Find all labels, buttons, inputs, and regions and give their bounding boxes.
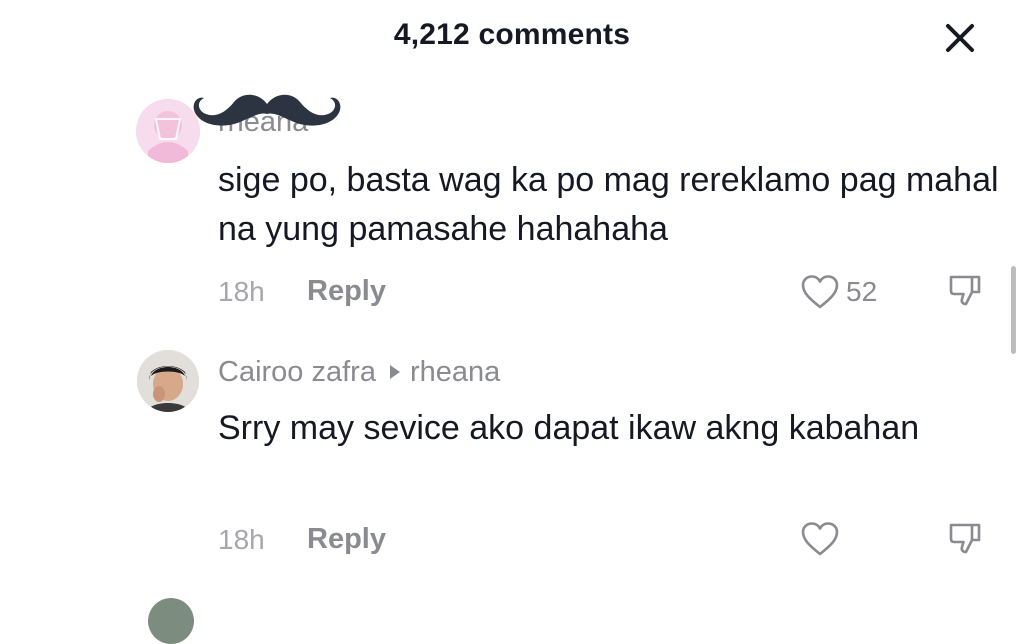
like-count: 52 — [846, 276, 878, 307]
comment-username[interactable]: Cairoo zafra rheana — [218, 356, 500, 389]
comment-text: Srry may sevice ako dapat ikaw akng kaba… — [218, 409, 920, 447]
close-button[interactable] — [940, 18, 980, 58]
heart-outline-icon — [801, 522, 839, 556]
comment-author[interactable]: Cairoo zafra — [218, 356, 376, 388]
reply-triangle-icon — [389, 365, 400, 380]
thumbs-down-icon — [949, 523, 981, 554]
like-button[interactable] — [800, 521, 840, 562]
thumbs-down-icon — [949, 275, 981, 306]
like-button[interactable] — [800, 274, 840, 315]
reply-to-username[interactable]: rheana — [410, 356, 500, 388]
dislike-button[interactable] — [946, 272, 984, 315]
avatar[interactable] — [148, 598, 194, 644]
comments-count-title: 4,212 comments — [393, 18, 631, 51]
avatar[interactable] — [137, 350, 199, 412]
comment-text: sige po, basta wag ka po mag rereklamo p… — [218, 161, 999, 248]
reply-button[interactable]: Reply — [307, 523, 386, 556]
comment-time: 18h — [218, 276, 265, 307]
reply-button[interactable]: Reply — [307, 275, 386, 308]
mustache-sticker — [193, 94, 341, 126]
scrollbar[interactable] — [1011, 266, 1016, 354]
comment-time: 18h — [218, 524, 265, 555]
close-icon — [946, 24, 974, 52]
heart-outline-icon — [801, 275, 839, 309]
dislike-button[interactable] — [946, 520, 984, 563]
avatar-image — [137, 350, 199, 412]
